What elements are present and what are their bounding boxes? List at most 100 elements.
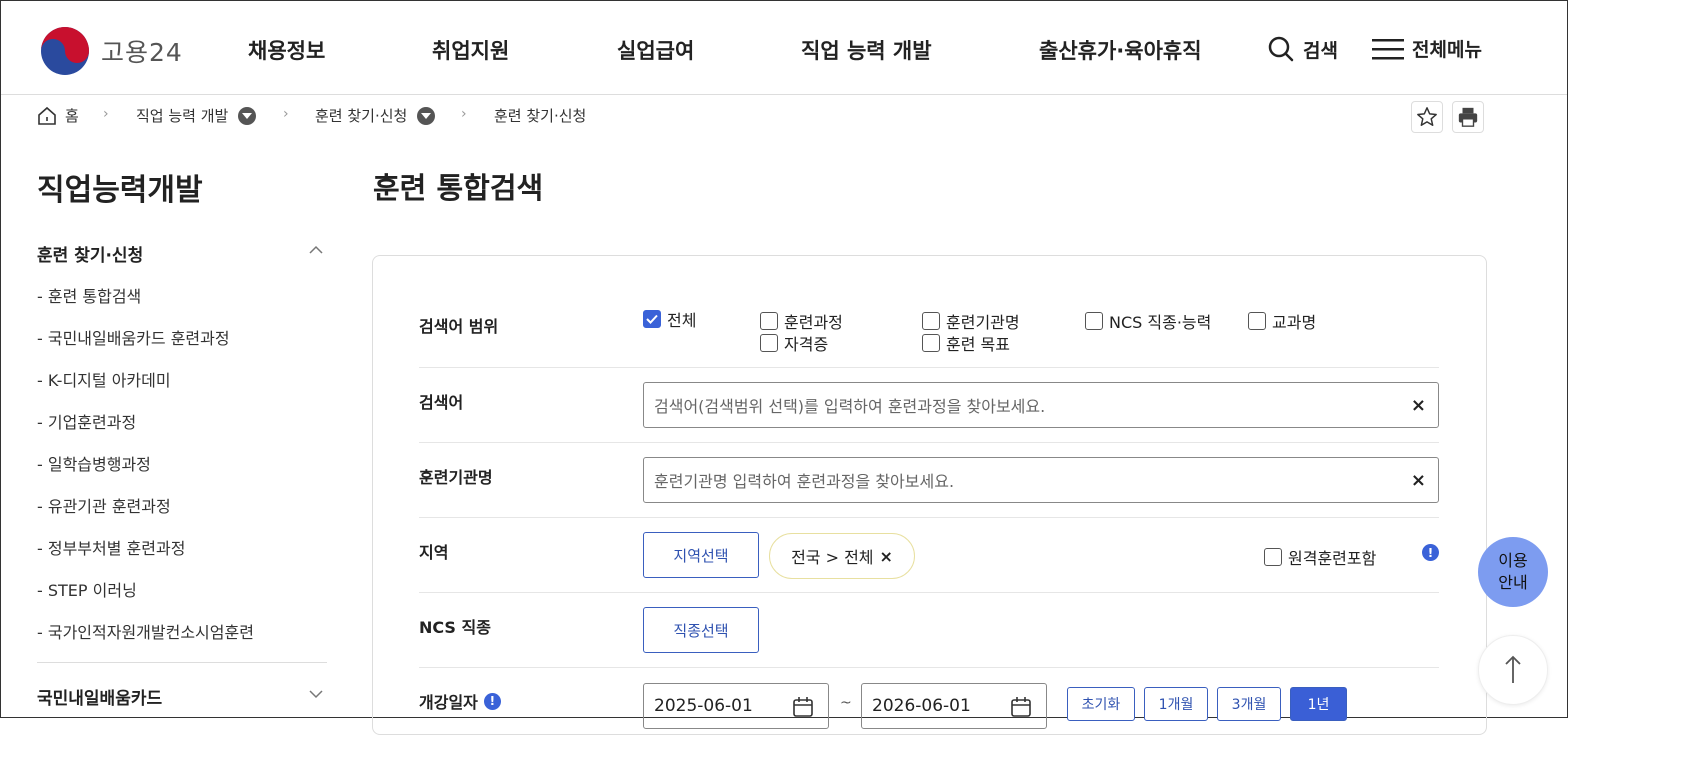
institution-input[interactable]: 훈련기관명 입력하여 훈련과정을 찾아보세요. × [643, 457, 1439, 503]
row-divider [419, 517, 1439, 518]
checkbox-icon [760, 312, 778, 330]
hamburger-icon [1372, 38, 1404, 59]
printer-icon [1458, 107, 1478, 127]
sidebar-title: 직업능력개발 [37, 173, 203, 208]
range-1year-button[interactable]: 1년 [1290, 687, 1347, 721]
usage-guide-line1: 이용 [1498, 551, 1528, 570]
sidebar-item-work-study[interactable]: - 일학습병행과정 [37, 451, 151, 475]
nav-unemployment-benefit[interactable]: 실업급여 [617, 35, 694, 65]
chevron-down-icon[interactable] [309, 689, 323, 699]
search-icon [1268, 36, 1294, 62]
start-date-value: 2025-06-01 [654, 696, 753, 716]
institution-label: 훈련기관명 [419, 468, 493, 487]
scope-institution-checkbox[interactable]: 훈련기관명 [922, 309, 1020, 333]
sidebar-item-integrated-search[interactable]: - 훈련 통합검색 [37, 283, 141, 307]
calendar-icon[interactable] [1010, 696, 1032, 718]
end-date-value: 2026-06-01 [872, 696, 971, 716]
breadcrumb-level2[interactable]: 훈련 찾기·신청 [315, 105, 436, 126]
scope-subject-label: 교과명 [1272, 313, 1317, 332]
nav-job-skills[interactable]: 직업 능력 개발 [801, 35, 932, 65]
all-menu-button[interactable]: 전체메뉴 [1372, 35, 1482, 62]
chip-close-icon[interactable]: × [880, 547, 893, 566]
scroll-top-button[interactable] [1478, 635, 1548, 705]
clear-icon[interactable]: × [1411, 395, 1426, 416]
start-date-input[interactable]: 2025-06-01 [643, 683, 829, 729]
print-button[interactable] [1452, 101, 1484, 133]
sidebar-group-training[interactable]: 훈련 찾기·신청 [37, 241, 143, 266]
scope-ncs-label: NCS 직종·능력 [1109, 313, 1212, 332]
ncs-label: NCS 직종 [419, 618, 491, 637]
scope-all-checkbox[interactable]: 전체 [643, 307, 696, 331]
caret-down-icon [417, 106, 436, 125]
row-divider [419, 667, 1439, 668]
region-chip: 전국 > 전체 × [769, 533, 915, 579]
taegeuk-logo-icon [39, 25, 91, 77]
breadcrumb-separator-icon: › [103, 106, 109, 122]
sidebar-item-consortium[interactable]: - 국가인적자원개발컨소시엄훈련 [37, 619, 254, 643]
nav-employment-support[interactable]: 취업지원 [432, 35, 509, 65]
scope-label: 검색어 범위 [419, 317, 499, 336]
breadcrumb-separator-icon: › [461, 106, 467, 122]
checkbox-icon [1248, 312, 1266, 330]
calendar-icon[interactable] [792, 696, 814, 718]
arrow-up-icon [1505, 655, 1521, 683]
range-3month-button[interactable]: 3개월 [1217, 687, 1281, 721]
remote-training-checkbox[interactable]: 원격훈련포함 [1264, 545, 1376, 569]
breadcrumb-level1[interactable]: 직업 능력 개발 [136, 105, 257, 126]
info-icon[interactable]: ! [483, 692, 501, 710]
sidebar-divider [37, 662, 327, 663]
checkmark-icon [643, 310, 661, 328]
search-label: 검색 [1303, 39, 1338, 62]
scope-ncs-checkbox[interactable]: NCS 직종·능력 [1085, 309, 1211, 333]
row-divider [419, 442, 1439, 443]
keyword-label: 검색어 [419, 393, 464, 412]
row-divider [419, 367, 1439, 368]
breadcrumb-current: 훈련 찾기·신청 [494, 105, 586, 126]
logo-text: 고용24 [101, 38, 183, 67]
all-menu-label: 전체메뉴 [1412, 39, 1482, 61]
usage-guide-line2: 안내 [1498, 573, 1528, 592]
checkbox-icon [760, 334, 778, 352]
search-button[interactable]: 검색 [1267, 35, 1338, 63]
start-date-label: 개강일자 ! [419, 689, 501, 713]
nav-jobs[interactable]: 채용정보 [248, 35, 325, 65]
chevron-up-icon[interactable] [309, 245, 323, 255]
page-title: 훈련 통합검색 [373, 171, 544, 205]
checkbox-icon [1264, 548, 1282, 566]
breadcrumb-level3-label: 훈련 찾기·신청 [494, 107, 587, 125]
region-chip-label: 전국 > 전체 [791, 548, 874, 567]
nav-maternity-leave[interactable]: 출산휴가·육아휴직 [1039, 35, 1202, 65]
range-reset-button[interactable]: 초기화 [1067, 687, 1135, 721]
site-logo[interactable]: 고용24 [39, 25, 183, 77]
scope-goal-checkbox[interactable]: 훈련 목표 [922, 331, 1010, 355]
sidebar-item-corporate[interactable]: - 기업훈련과정 [37, 409, 136, 433]
info-icon[interactable]: ! [1422, 544, 1439, 561]
sidebar-item-related-agency[interactable]: - 유관기관 훈련과정 [37, 493, 171, 517]
breadcrumb-home[interactable]: 홈 [37, 105, 79, 126]
end-date-input[interactable]: 2026-06-01 [861, 683, 1047, 729]
range-1month-button[interactable]: 1개월 [1144, 687, 1208, 721]
sidebar-item-ministry[interactable]: - 정부부처별 훈련과정 [37, 535, 185, 559]
scope-course-checkbox[interactable]: 훈련과정 [760, 309, 843, 333]
breadcrumb-home-label: 홈 [65, 107, 79, 125]
date-range-tilde: ~ [840, 695, 852, 711]
home-icon [38, 106, 56, 125]
start-date-label-text: 개강일자 [419, 693, 478, 712]
clear-icon[interactable]: × [1411, 470, 1426, 491]
scope-license-checkbox[interactable]: 자격증 [760, 331, 828, 355]
favorite-button[interactable] [1411, 101, 1443, 133]
ncs-select-button[interactable]: 직종선택 [643, 607, 759, 653]
sidebar-item-step[interactable]: - STEP 이러닝 [37, 577, 137, 601]
region-select-button[interactable]: 지역선택 [643, 532, 759, 578]
scope-subject-checkbox[interactable]: 교과명 [1248, 309, 1316, 333]
usage-guide-button[interactable]: 이용 안내 [1478, 537, 1548, 607]
keyword-input[interactable]: 검색어(검색범위 선택)를 입력하여 훈련과정을 찾아보세요. × [643, 382, 1439, 428]
remote-training-label: 원격훈련포함 [1288, 549, 1377, 568]
checkbox-icon [922, 312, 940, 330]
checkbox-icon [1085, 312, 1103, 330]
sidebar-item-k-digital[interactable]: - K-디지털 아카데미 [37, 367, 171, 391]
region-label: 지역 [419, 543, 449, 562]
sidebar-item-naeil-card[interactable]: - 국민내일배움카드 훈련과정 [37, 325, 230, 349]
row-divider [419, 592, 1439, 593]
sidebar-group-naeil-card[interactable]: 국민내일배움카드 [37, 684, 162, 709]
